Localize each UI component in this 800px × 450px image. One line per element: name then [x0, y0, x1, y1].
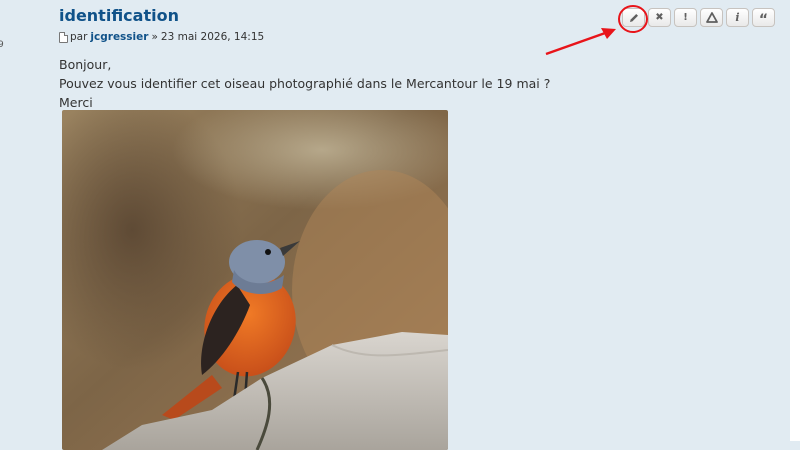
report-icon: ! [683, 12, 688, 23]
delete-icon: ✖ [655, 12, 664, 23]
edit-button[interactable] [622, 8, 645, 27]
warn-button[interactable] [700, 8, 723, 27]
quote-button[interactable]: “ [752, 8, 775, 27]
author-prefix: par [70, 31, 88, 43]
info-button[interactable]: i [726, 8, 749, 27]
info-icon: i [735, 11, 740, 24]
quote-icon: “ [758, 11, 769, 28]
annotation-arrow-line [545, 30, 609, 56]
annotation-arrow-head [601, 28, 616, 39]
post-title[interactable]: identification [59, 6, 179, 25]
edit-icon [628, 12, 640, 24]
post-file-icon[interactable] [59, 31, 68, 43]
post-date: 23 mai 2026, 14:15 [160, 31, 265, 43]
warn-icon [705, 12, 718, 23]
gutter-fragment: 9 [0, 40, 4, 50]
report-button[interactable]: ! [674, 8, 697, 27]
right-edge [790, 0, 800, 441]
post-author-line: par jcgressier » 23 mai 2026, 14:15 [59, 31, 264, 43]
post-line-greeting: Bonjour, [59, 57, 112, 72]
delete-button[interactable]: ✖ [648, 8, 671, 27]
left-gutter: 9 [0, 0, 6, 441]
bird-photo-image [62, 110, 448, 450]
post-line-question: Pouvez vous identifier cet oiseau photog… [59, 76, 551, 91]
forum-post: 9 identification par jcgressier » 23 mai… [0, 0, 800, 450]
post-actions: ✖ ! i “ [622, 8, 775, 27]
author-link[interactable]: jcgressier [90, 31, 148, 43]
post-content: Bonjour, Pouvez vous identifier cet oise… [59, 55, 550, 112]
bird-photo[interactable] [62, 110, 448, 450]
author-separator: » [151, 31, 158, 43]
